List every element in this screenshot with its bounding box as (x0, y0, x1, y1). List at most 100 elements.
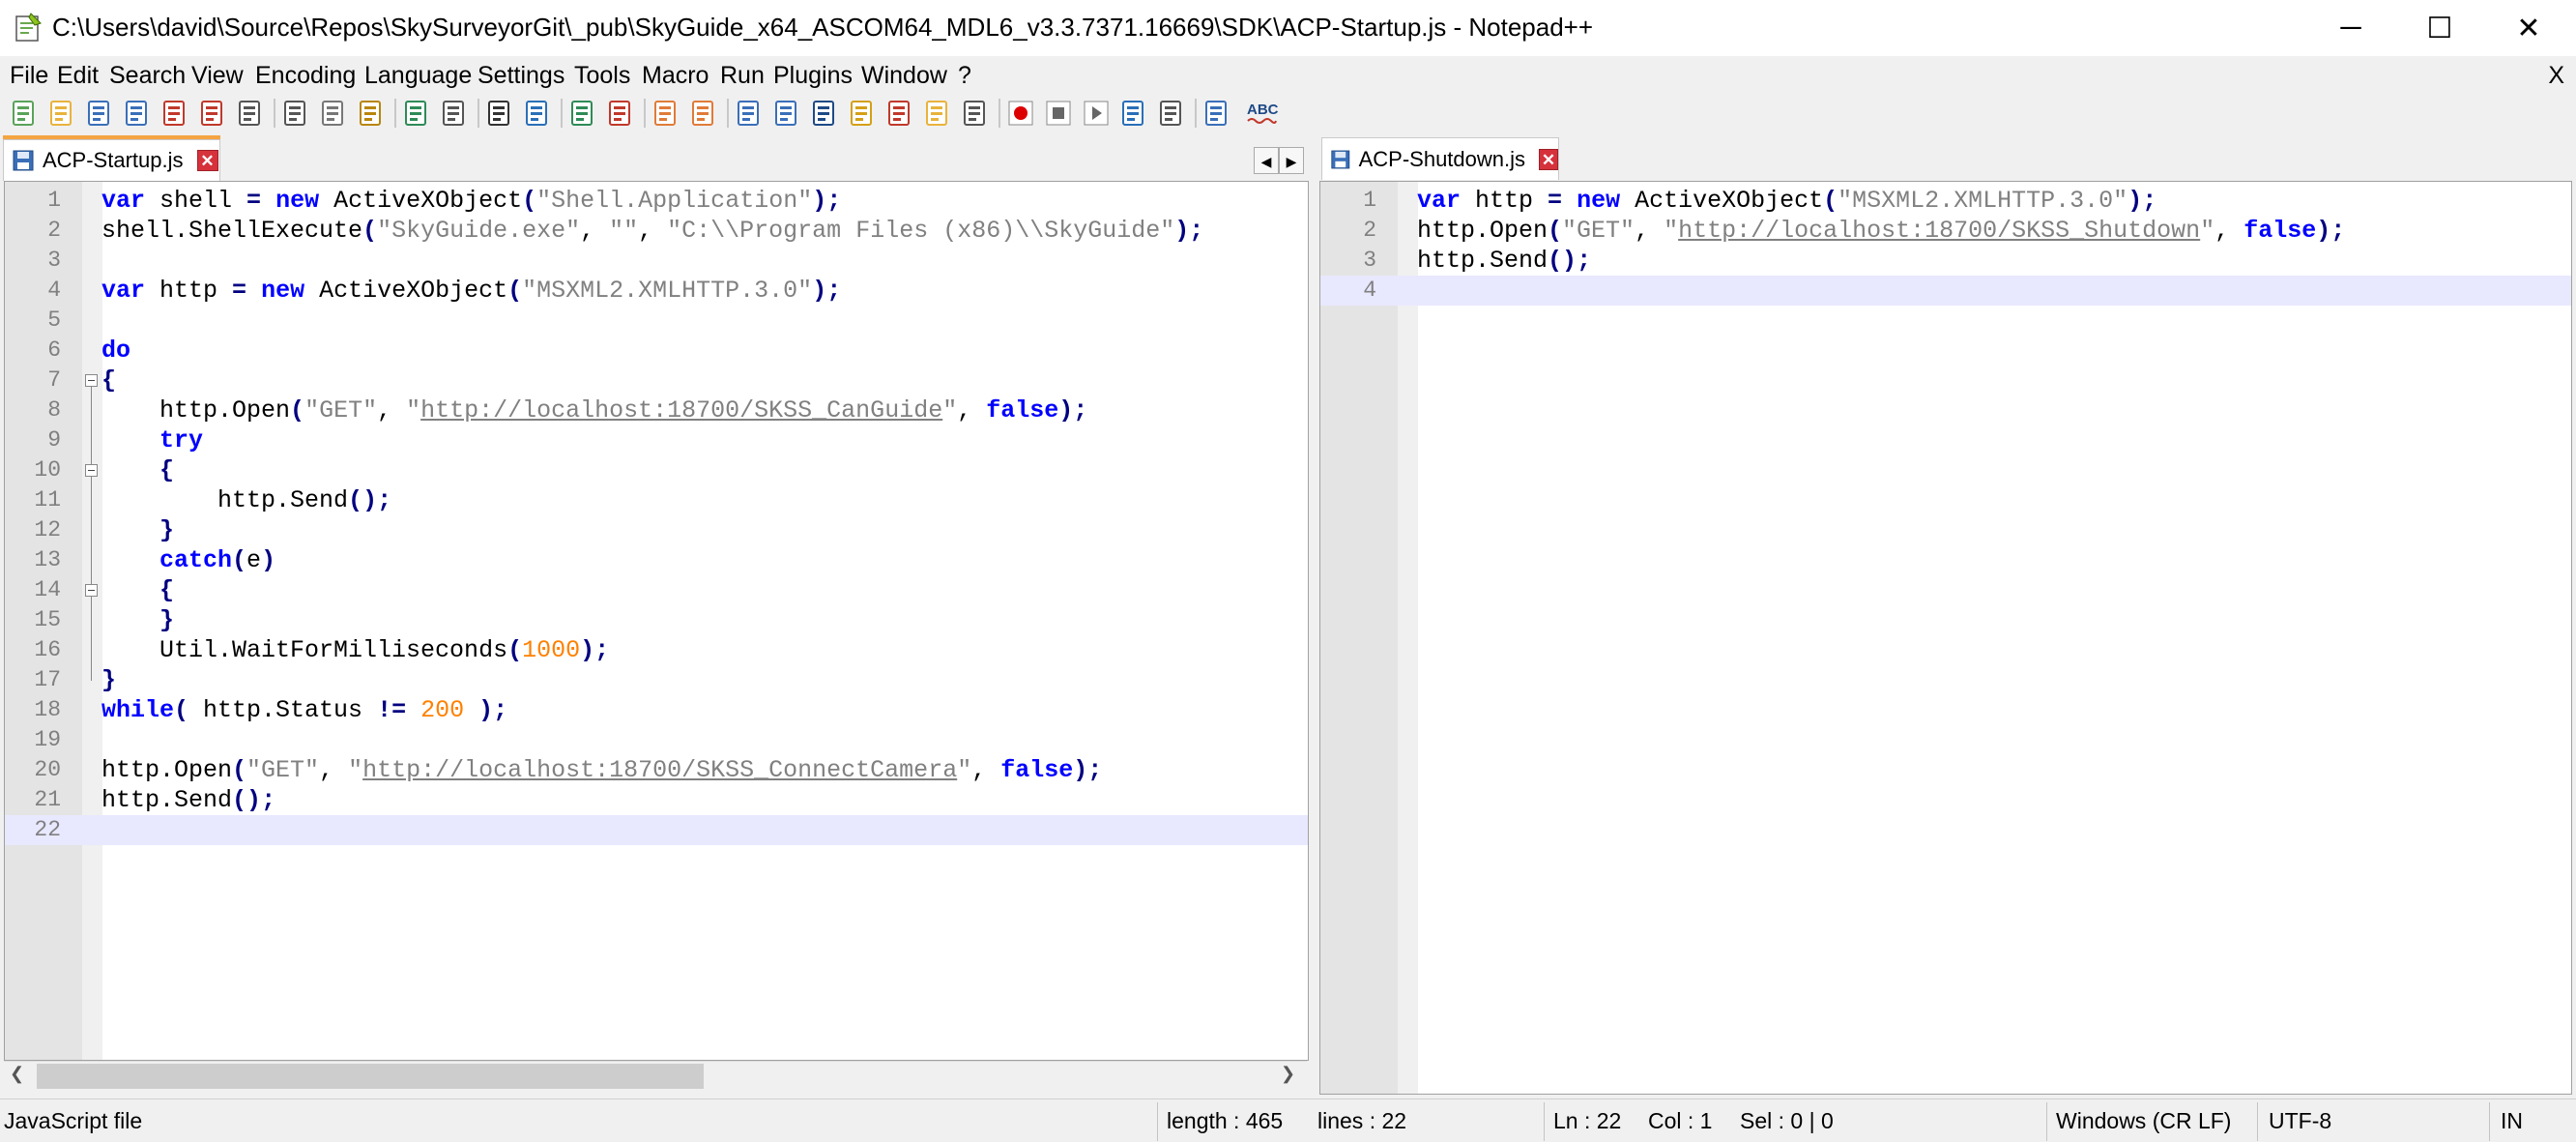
line-code: var http = new ActiveXObject("MSXML2.XML… (1417, 187, 2157, 215)
folder-workspace-icon[interactable] (921, 97, 954, 130)
tab-scroll-left-icon[interactable]: ◀ (1254, 147, 1279, 174)
code-line[interactable]: 11 http.Send(); (5, 485, 1308, 515)
tab-acp-shutdown[interactable]: ACP-Shutdown.js ✕ (1321, 137, 1559, 180)
menu-settings[interactable]: Settings (478, 62, 564, 90)
code-line[interactable]: 9 try (5, 425, 1308, 455)
menu-view[interactable]: View (191, 62, 244, 90)
undo-icon[interactable] (400, 97, 433, 130)
editor-left[interactable]: 1 var shell = new ActiveXObject("Shell.Ap… (4, 181, 1309, 1061)
indent-guide-icon[interactable] (808, 97, 841, 130)
code-line[interactable]: 3 (5, 246, 1308, 276)
play-macro-icon[interactable] (1080, 97, 1113, 130)
splitter[interactable] (1310, 181, 1319, 1099)
replace-icon[interactable] (521, 97, 554, 130)
new-file-icon[interactable] (8, 97, 41, 130)
doc-map-icon[interactable] (846, 97, 879, 130)
menu-search[interactable]: Search (109, 62, 186, 90)
code-line[interactable]: 4 (1320, 276, 2571, 306)
line-number: 15 (34, 607, 61, 632)
code-line[interactable]: 21 http.Send(); (5, 785, 1308, 815)
code-line[interactable]: 1 var shell = new ActiveXObject("Shell.Ap… (5, 186, 1308, 216)
code-line[interactable]: 18 while( http.Status != 200 ); (5, 695, 1308, 725)
close-document-button[interactable]: X (2548, 62, 2564, 90)
menu-encoding[interactable]: Encoding (255, 62, 356, 90)
close-icon[interactable] (159, 97, 191, 130)
menu-run[interactable]: Run (720, 62, 765, 90)
menu-tools[interactable]: Tools (574, 62, 630, 90)
code-line[interactable]: 3 http.Send(); (1320, 246, 2571, 276)
save-all-icon[interactable] (121, 97, 154, 130)
tab-close-icon[interactable]: ✕ (196, 150, 218, 171)
code-line[interactable]: 8 http.Open("GET", "http://localhost:187… (5, 395, 1308, 425)
tab-close-icon[interactable]: ✕ (1539, 148, 1558, 170)
cut-icon[interactable] (279, 97, 312, 130)
code-line[interactable]: 4 var http = new ActiveXObject("MSXML2.XM… (5, 276, 1308, 306)
monitor-icon[interactable] (959, 97, 992, 130)
zoom-in-icon[interactable] (566, 97, 599, 130)
spell-check-icon[interactable]: ABC (1245, 97, 1278, 130)
menu-window[interactable]: Window (861, 62, 947, 90)
zoom-out-icon[interactable] (604, 97, 637, 130)
menu-language[interactable]: Language (364, 62, 472, 90)
menu-help[interactable]: ? (958, 62, 971, 90)
save-icon[interactable] (83, 97, 116, 130)
code-line[interactable]: 2 shell.ShellExecute("SkyGuide.exe", "", … (5, 216, 1308, 246)
menu-file[interactable]: File (10, 62, 48, 90)
code-line[interactable]: 15 } (5, 605, 1308, 635)
menu-edit[interactable]: Edit (57, 62, 99, 90)
scrollbar-thumb[interactable] (37, 1064, 704, 1089)
open-file-icon[interactable] (45, 97, 78, 130)
window-title: C:\Users\david\Source\Repos\SkySurveyorG… (52, 13, 1594, 42)
code-line[interactable]: 17} (5, 665, 1308, 695)
print-icon[interactable] (234, 97, 267, 130)
code-line[interactable]: 13 catch(e) (5, 545, 1308, 575)
fold-toggle-icon[interactable] (85, 374, 98, 387)
fold-line (91, 597, 92, 621)
menu-macro[interactable]: Macro (642, 62, 709, 90)
sync-v-icon[interactable] (650, 97, 682, 130)
scroll-left-arrow-icon[interactable]: ❮ (10, 1064, 24, 1084)
save-macro-icon[interactable] (1155, 97, 1188, 130)
code-line[interactable]: 1 var http = new ActiveXObject("MSXML2.XM… (1320, 186, 2571, 216)
sync-h-icon[interactable] (687, 97, 720, 130)
close-window-button[interactable]: ✕ (2484, 0, 2573, 56)
tab-acp-startup[interactable]: ACP-Startup.js ✕ (3, 139, 220, 181)
code-line[interactable]: 22 (5, 815, 1308, 845)
paste-icon[interactable] (355, 97, 388, 130)
status-separator (1157, 1102, 1158, 1141)
line-code: { (159, 576, 175, 604)
record-macro-icon[interactable] (1004, 97, 1037, 130)
maximize-button[interactable]: ☐ (2395, 0, 2484, 56)
function-list-icon[interactable] (883, 97, 916, 130)
fold-toggle-icon[interactable] (85, 464, 98, 477)
code-line[interactable]: 20 http.Open("GET", "http://localhost:187… (5, 755, 1308, 785)
code-line[interactable]: 19 (5, 725, 1308, 755)
copy-icon[interactable] (317, 97, 350, 130)
code-line[interactable]: 2 http.Open("GET", "http://localhost:1870… (1320, 216, 2571, 246)
show-all-chars-icon[interactable] (770, 97, 803, 130)
notepadpp-app-icon[interactable] (14, 12, 43, 43)
code-line[interactable]: 16 Util.WaitForMilliseconds(1000); (5, 635, 1308, 665)
redo-icon[interactable] (438, 97, 471, 130)
minimize-button[interactable]: ─ (2306, 0, 2395, 56)
code-line[interactable]: 10 { (5, 455, 1308, 485)
line-code: http.Open("GET", "http://localhost:18700… (1417, 217, 2346, 245)
editor-right[interactable]: 1 var http = new ActiveXObject("MSXML2.XM… (1319, 181, 2572, 1095)
close-all-icon[interactable] (196, 97, 229, 130)
run-macro-multiple-icon[interactable] (1117, 97, 1150, 130)
word-wrap-icon[interactable] (733, 97, 766, 130)
compare-icon[interactable] (1201, 97, 1233, 130)
line-code: while( http.Status != 200 ); (101, 696, 508, 724)
menu-plugins[interactable]: Plugins (773, 62, 853, 90)
line-code: var http = new ActiveXObject("MSXML2.XML… (101, 277, 842, 305)
code-line[interactable]: 6 do (5, 336, 1308, 366)
scroll-right-arrow-icon[interactable]: ❯ (1281, 1064, 1295, 1084)
find-icon[interactable] (483, 97, 516, 130)
code-line[interactable]: 5 (5, 306, 1308, 336)
code-line[interactable]: 12 } (5, 515, 1308, 545)
tab-scroll-right-icon[interactable]: ▶ (1279, 147, 1304, 174)
code-line[interactable]: 14 { (5, 575, 1308, 605)
code-line[interactable]: 7{ (5, 366, 1308, 395)
fold-toggle-icon[interactable] (85, 584, 98, 597)
stop-macro-icon[interactable] (1042, 97, 1075, 130)
